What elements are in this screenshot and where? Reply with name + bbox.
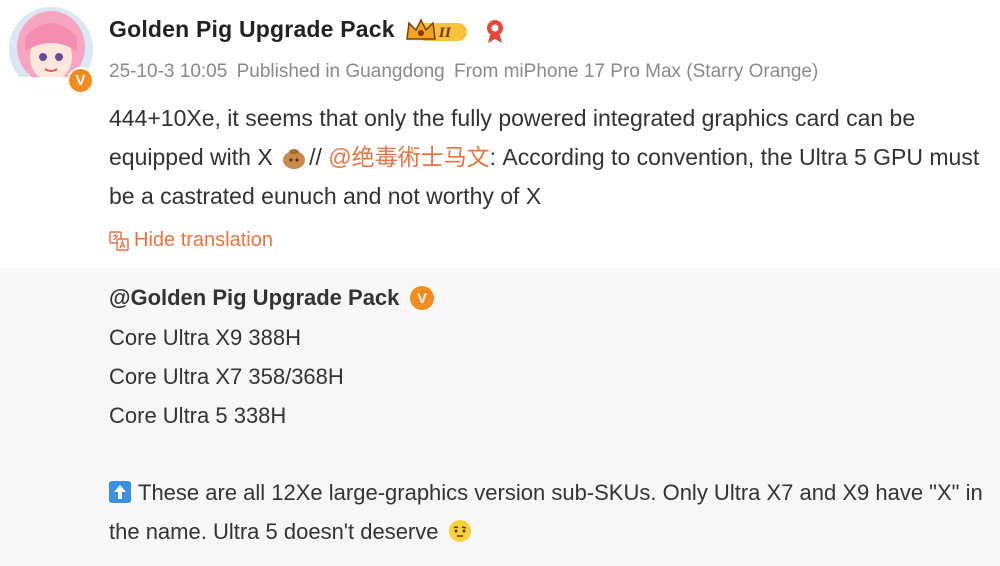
post-timestamp[interactable]: 25-10-3 10:05 [109, 61, 227, 82]
reposted-content[interactable]: @Golden Pig Upgrade Pack V Core Ultra X9… [0, 268, 1000, 566]
post-text-part-2: // [309, 144, 329, 170]
translate-icon [109, 230, 129, 251]
post-meta: 25-10-3 10:05 Published in Guangdong Fro… [109, 61, 822, 83]
up-arrow-icon [109, 481, 131, 503]
emoji-thinking [448, 520, 471, 542]
hide-translation-label: Hide translation [134, 229, 273, 251]
emoji-pouch [283, 149, 306, 169]
repost-note: These are all 12Xe large-graphics versio… [109, 473, 994, 551]
repost-line: Core Ultra 5 338H [109, 403, 287, 428]
post-location: Published in Guangdong [236, 61, 445, 82]
hide-translation-button[interactable]: Hide translation [109, 229, 273, 252]
level-badge-text: II [438, 26, 452, 41]
repost-author[interactable]: @Golden Pig Upgrade Pack [109, 285, 399, 311]
repost-lines: Core Ultra X9 388H Core Ultra X7 358/368… [109, 318, 344, 435]
repost-note-text: These are all 12Xe large-graphics versio… [109, 480, 983, 544]
repost-line: Core Ultra X7 358/368H [109, 364, 344, 389]
fire-icon[interactable] [482, 17, 508, 45]
post-text: 444+10Xe, it seems that only the fully p… [109, 99, 989, 216]
author-name[interactable]: Golden Pig Upgrade Pack [109, 16, 395, 43]
verified-icon: V [67, 67, 94, 94]
crown-badge-icon[interactable]: II [405, 17, 469, 45]
repost-line: Core Ultra X9 388H [109, 325, 301, 350]
repost-verified-icon: V [410, 286, 434, 310]
post-device: From miPhone 17 Pro Max (Starry Orange) [454, 61, 819, 82]
mention-link[interactable]: @绝毒術士马文 [328, 144, 489, 170]
